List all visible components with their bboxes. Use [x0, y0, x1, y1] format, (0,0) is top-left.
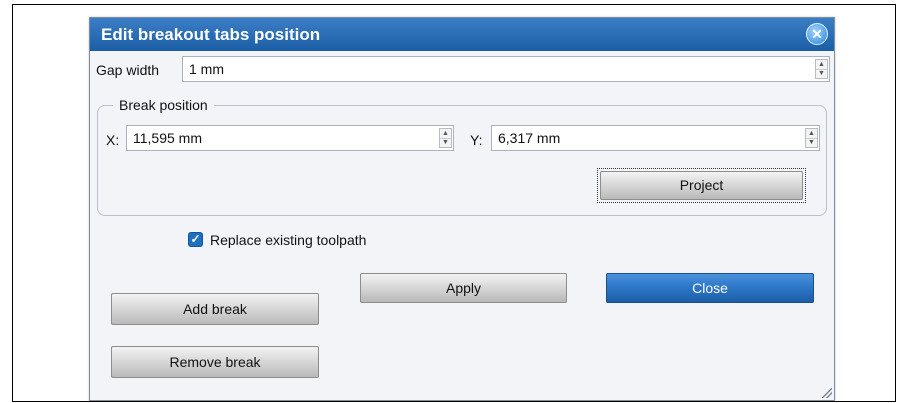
edit-breakout-tabs-dialog: Edit breakout tabs position ✕ Gap width …	[89, 17, 835, 401]
spin-up-icon[interactable]: ▲	[816, 60, 827, 69]
replace-toolpath-label[interactable]: Replace existing toolpath	[210, 232, 366, 248]
x-value: 11,595 mm	[133, 130, 202, 146]
gap-width-label: Gap width	[96, 62, 160, 78]
y-field[interactable]: 6,317 mm ▲ ▼	[491, 125, 820, 151]
project-button[interactable]: Project	[600, 171, 803, 200]
dialog-title: Edit breakout tabs position	[101, 25, 321, 44]
spin-up-icon[interactable]: ▲	[440, 129, 451, 138]
y-label: Y:	[470, 132, 483, 148]
x-label: X:	[106, 132, 120, 148]
break-position-title: Break position	[113, 97, 214, 113]
gap-width-value: 1 mm	[189, 61, 224, 77]
spin-down-icon[interactable]: ▼	[806, 137, 817, 148]
project-button-focus: Project	[597, 168, 806, 203]
x-spinner[interactable]: ▲ ▼	[439, 128, 452, 148]
title-bar[interactable]: Edit breakout tabs position ✕	[90, 18, 834, 51]
x-field[interactable]: 11,595 mm ▲ ▼	[126, 125, 454, 151]
add-break-button[interactable]: Add break	[111, 293, 319, 325]
y-value: 6,317 mm	[498, 130, 561, 146]
resize-grip-icon[interactable]	[822, 388, 832, 398]
gap-width-field[interactable]: 1 mm ▲ ▼	[182, 56, 830, 82]
spin-up-icon[interactable]: ▲	[806, 129, 817, 138]
remove-break-button[interactable]: Remove break	[111, 346, 319, 378]
spin-down-icon[interactable]: ▼	[440, 137, 451, 148]
replace-toolpath-checkbox[interactable]: ✓	[188, 232, 203, 247]
y-spinner[interactable]: ▲ ▼	[805, 128, 818, 148]
close-icon[interactable]: ✕	[806, 23, 828, 45]
spin-down-icon[interactable]: ▼	[816, 68, 827, 79]
apply-button[interactable]: Apply	[360, 273, 567, 303]
close-button[interactable]: Close	[606, 273, 814, 303]
gap-width-spinner[interactable]: ▲ ▼	[815, 59, 828, 79]
